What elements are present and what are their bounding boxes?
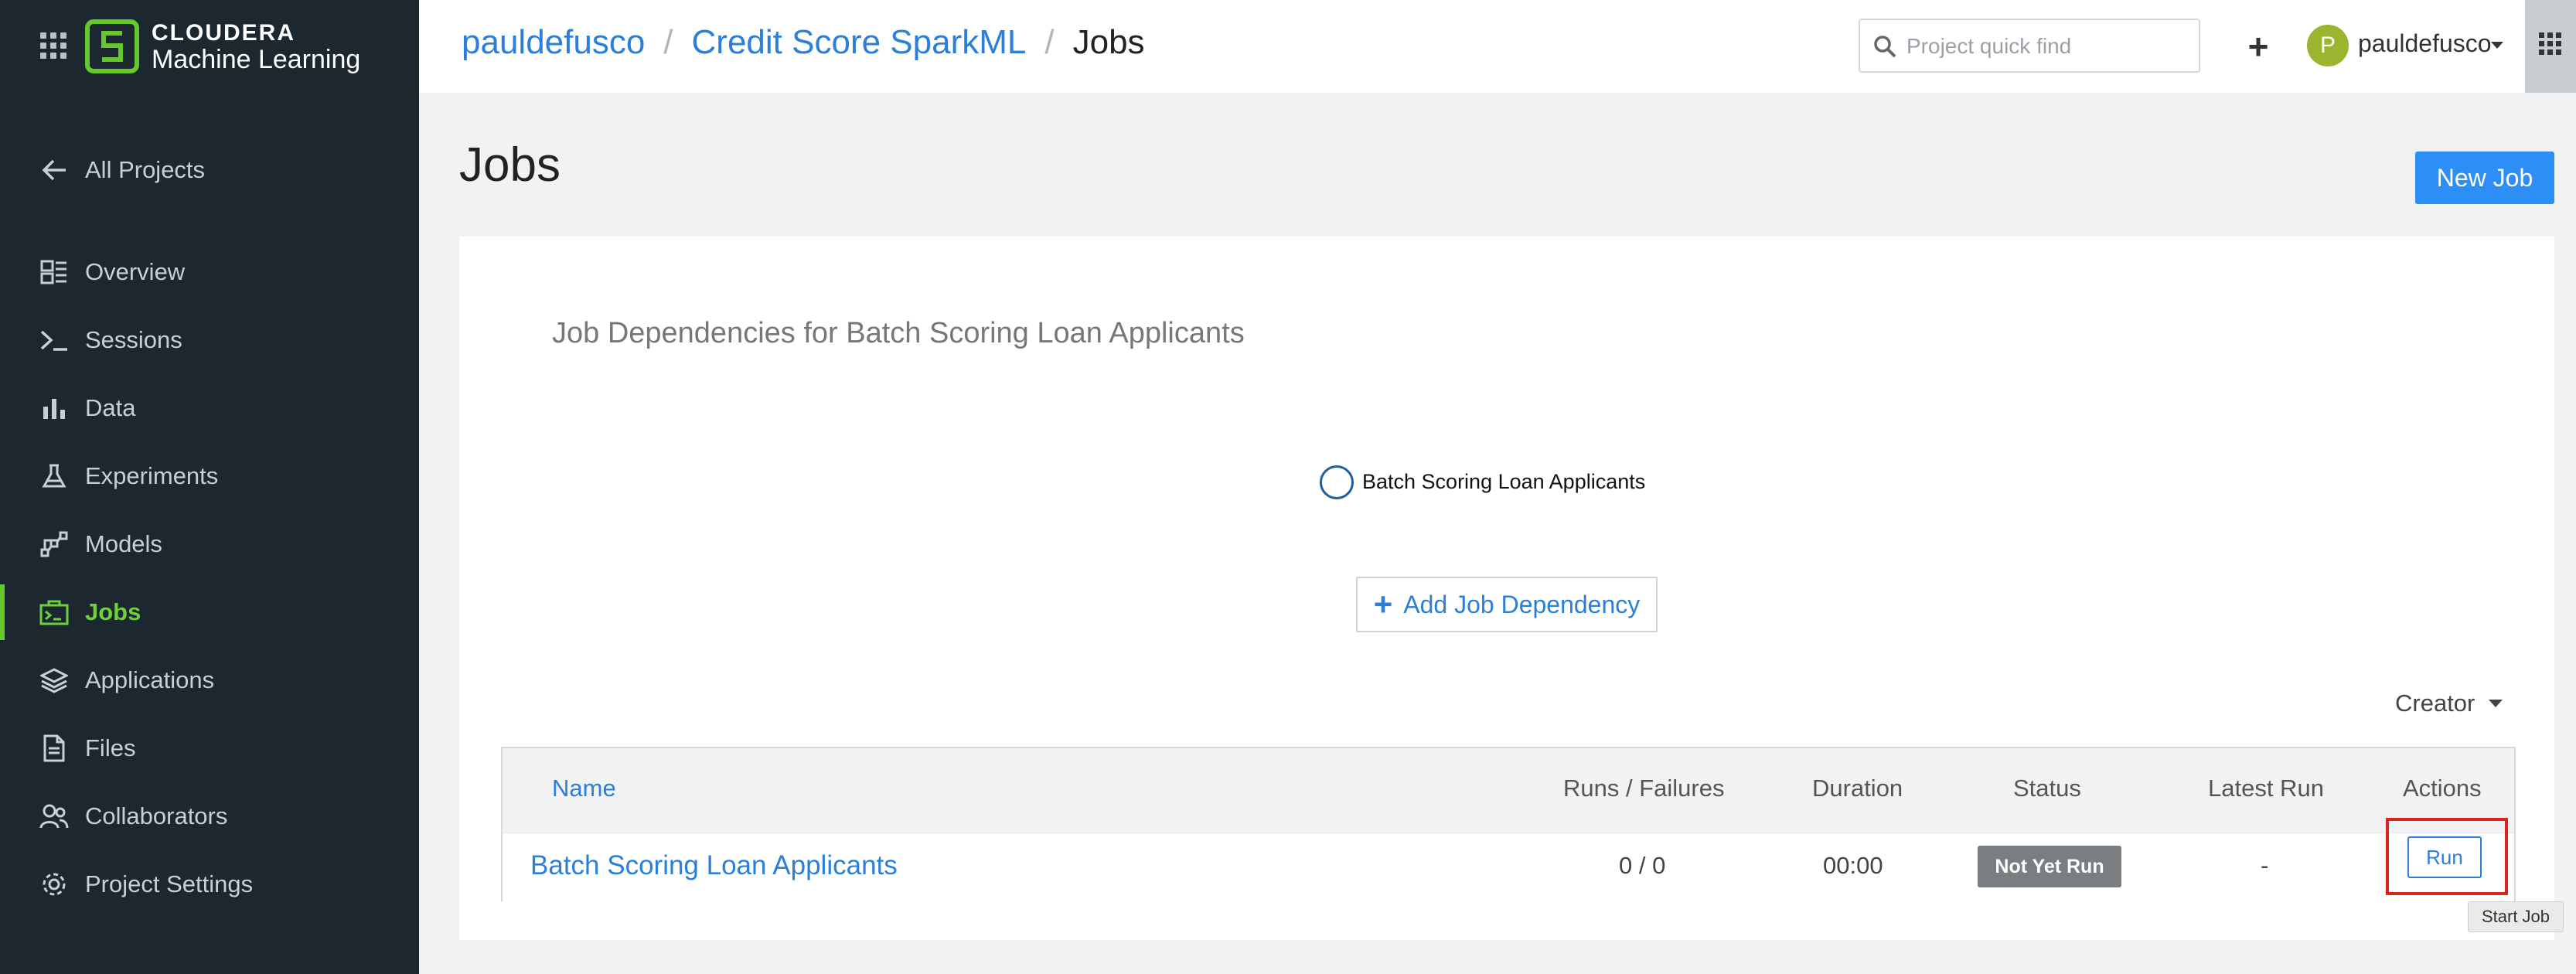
sidebar-item-label: Jobs	[85, 598, 141, 625]
app-launcher-icon[interactable]	[40, 32, 66, 59]
sidebar-item-label: Models	[85, 530, 162, 557]
breadcrumb-current: Jobs	[1072, 23, 1145, 61]
sidebar-item-applications[interactable]: Applications	[0, 652, 419, 708]
breadcrumb: pauldefusco / Credit Score SparkML / Job…	[462, 23, 1145, 62]
breadcrumb-separator: /	[1044, 23, 1055, 61]
chevron-down-icon[interactable]	[2491, 42, 2503, 49]
status-badge: Not Yet Run	[1978, 846, 2121, 887]
column-header-latest-run: Latest Run	[2208, 775, 2324, 802]
brand-name: CLOUDERA	[152, 20, 295, 46]
new-job-button[interactable]: New Job	[2415, 152, 2554, 204]
users-icon	[39, 801, 70, 832]
sidebar-item-label: Collaborators	[85, 802, 228, 829]
sidebar-item-overview[interactable]: Overview	[0, 244, 419, 300]
breadcrumb-separator: /	[663, 23, 673, 61]
top-bar: pauldefusco / Credit Score SparkML / Job…	[419, 0, 2576, 93]
apps-tab[interactable]	[2525, 0, 2576, 93]
add-job-dependency-button[interactable]: + Add Job Dependency	[1356, 577, 1658, 632]
sidebar-item-label: Overview	[85, 258, 186, 285]
run-button[interactable]: Run	[2407, 836, 2482, 878]
plus-icon: +	[1373, 586, 1393, 622]
dependencies-title: Job Dependencies for Batch Scoring Loan …	[552, 317, 1245, 349]
add-icon[interactable]: +	[2239, 23, 2278, 70]
gear-icon	[39, 869, 70, 900]
project-quick-find[interactable]	[1859, 19, 2200, 73]
column-header-actions: Actions	[2403, 775, 2482, 802]
overview-icon	[39, 257, 70, 288]
table-row: Batch Scoring Loan Applicants 0 / 0 00:0…	[503, 833, 2514, 901]
cloudera-logo-icon	[85, 19, 139, 73]
sidebar-item-label: Data	[85, 394, 136, 421]
duration-value: 00:00	[1823, 852, 1883, 879]
add-job-dependency-label: Add Job Dependency	[1403, 590, 1641, 618]
layers-icon	[39, 665, 70, 696]
page-title: Jobs	[459, 138, 561, 192]
column-header-name[interactable]: Name	[552, 775, 616, 802]
models-icon	[39, 529, 70, 560]
sidebar: CLOUDERA Machine Learning All Projects O…	[0, 0, 419, 974]
jobs-table: Name Runs / Failures Duration Status Lat…	[501, 747, 2516, 901]
breadcrumb-user[interactable]: pauldefusco	[462, 23, 645, 62]
chevron-down-icon	[2489, 700, 2503, 707]
sidebar-item-label: Project Settings	[85, 870, 254, 897]
creator-filter[interactable]: Creator	[2395, 690, 2503, 717]
sidebar-item-models[interactable]: Models	[0, 516, 419, 572]
sidebar-item-label: Experiments	[85, 462, 219, 489]
job-node-label: Batch Scoring Loan Applicants	[1362, 470, 1646, 493]
sidebar-item-collaborators[interactable]: Collaborators	[0, 788, 419, 844]
sidebar-item-project-settings[interactable]: Project Settings	[0, 857, 419, 912]
grid-icon	[2539, 32, 2561, 55]
jobs-card: Job Dependencies for Batch Scoring Loan …	[459, 237, 2554, 940]
jobs-icon	[39, 597, 70, 628]
sidebar-item-files[interactable]: Files	[0, 720, 419, 776]
flask-icon	[39, 461, 70, 492]
breadcrumb-project[interactable]: Credit Score SparkML	[692, 23, 1027, 62]
runs-failures-value: 0 / 0	[1619, 852, 1666, 879]
table-header: Name Runs / Failures Duration Status Lat…	[503, 748, 2514, 833]
search-input[interactable]	[1906, 29, 2185, 63]
creator-label: Creator	[2395, 690, 2475, 717]
column-header-duration: Duration	[1812, 775, 1903, 802]
sidebar-item-label: Sessions	[85, 326, 182, 353]
column-header-status: Status	[2013, 775, 2081, 802]
column-header-runs-failures: Runs / Failures	[1563, 775, 1725, 802]
job-name-link[interactable]: Batch Scoring Loan Applicants	[530, 850, 898, 881]
arrow-left-icon	[39, 155, 70, 186]
sidebar-item-experiments[interactable]: Experiments	[0, 448, 419, 504]
bar-chart-icon	[39, 393, 70, 424]
file-icon	[39, 733, 70, 764]
latest-run-value: -	[2261, 852, 2269, 879]
sidebar-item-label: Files	[85, 734, 136, 761]
terminal-icon	[39, 325, 70, 356]
sidebar-item-data[interactable]: Data	[0, 380, 419, 436]
avatar[interactable]: P	[2307, 25, 2349, 66]
user-menu[interactable]: pauldefusco	[2358, 29, 2492, 58]
search-icon	[1874, 36, 1896, 58]
sidebar-item-jobs[interactable]: Jobs	[0, 584, 419, 640]
all-projects-label: All Projects	[85, 156, 206, 183]
job-node[interactable]	[1320, 465, 1354, 499]
all-projects-link[interactable]: All Projects	[0, 147, 419, 193]
sidebar-item-label: Applications	[85, 666, 215, 693]
start-job-tooltip: Start Job	[2468, 901, 2564, 932]
sidebar-item-sessions[interactable]: Sessions	[0, 312, 419, 368]
brand-product: Machine Learning	[152, 45, 361, 74]
